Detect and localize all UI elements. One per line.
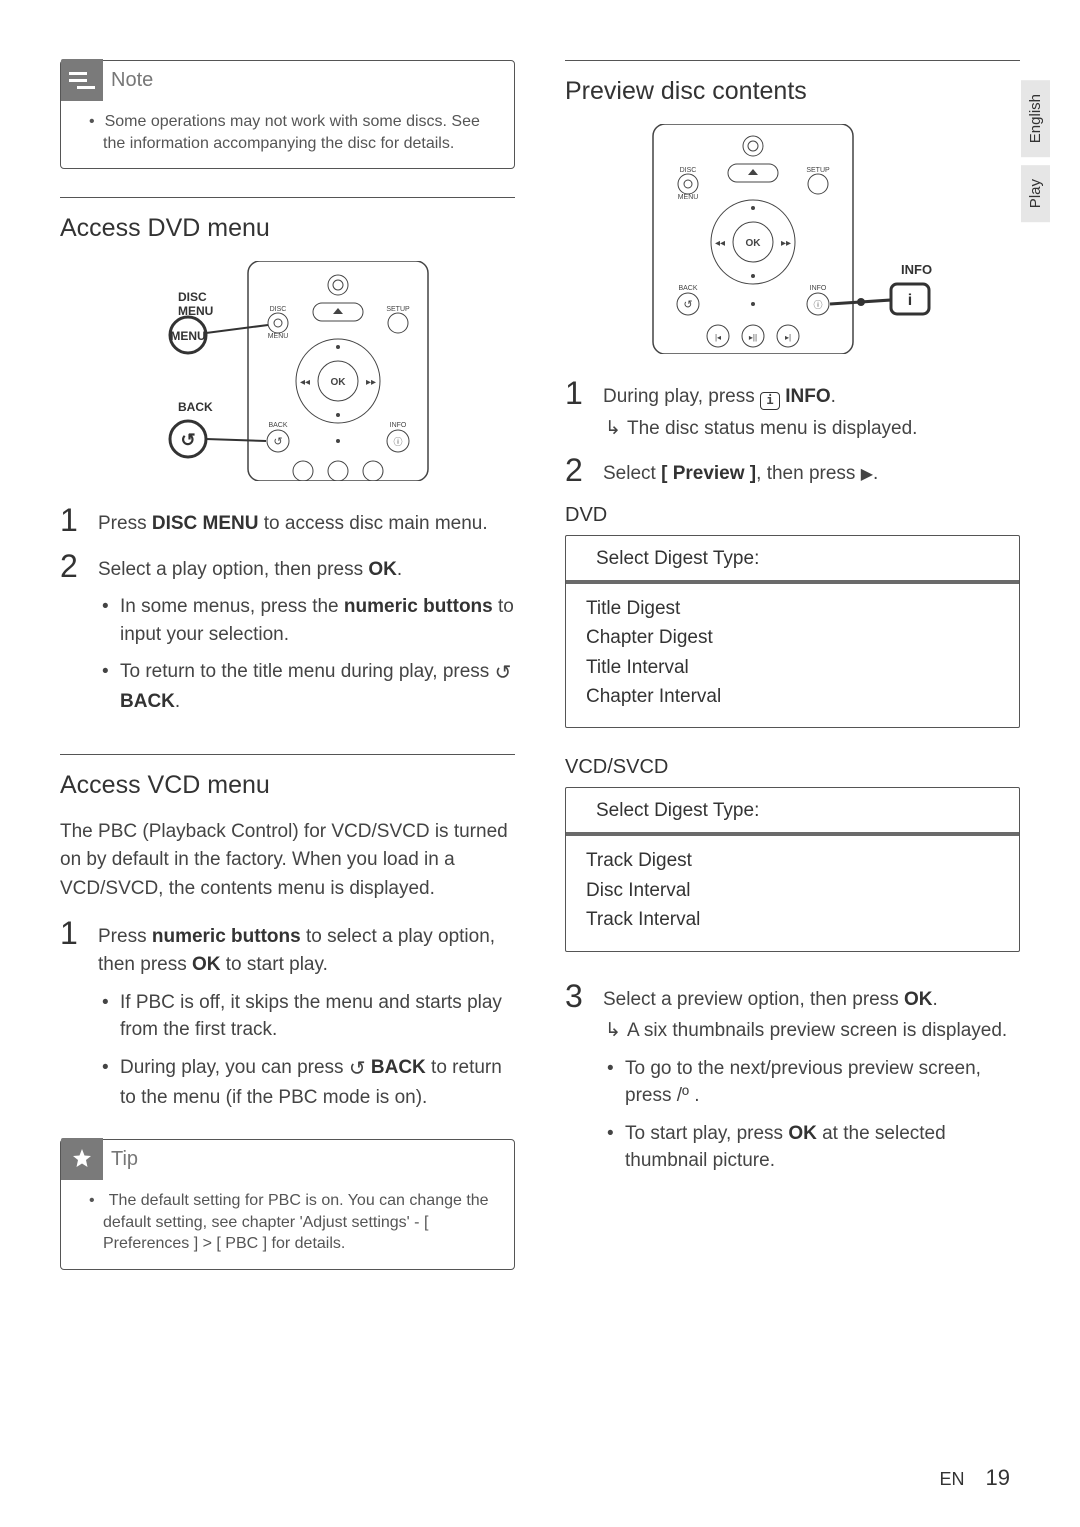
vcd-subheading: VCD/SVCD [565,756,1020,779]
svg-text:SETUP: SETUP [806,167,830,174]
svg-text:BACK: BACK [678,285,697,292]
svg-text:INFO: INFO [809,285,826,292]
digest-item: Disc Interval [586,876,999,905]
vcd-step-1: 1 Press numeric buttons to select a play… [60,917,515,1121]
tip-icon [61,1138,103,1180]
tip-box: Tip The default setting for PBC is on. Y… [60,1139,515,1270]
dvd-digest-head: Select Digest Type: [566,536,1019,584]
svg-text:MENU: MENU [178,304,213,318]
remote-diagram-info: DISC MENU SETUP OK ◂◂ ▸▸ ↺ BACK ⓘ INFO |◂… [565,124,1020,359]
section-rule [60,754,515,755]
svg-text:▸|: ▸| [784,333,790,342]
footer-lang: EN [939,1469,964,1489]
svg-text:↺: ↺ [683,299,692,311]
svg-text:|◂: |◂ [714,333,720,342]
note-title: Note [111,69,153,92]
vcd-step1-bullet1: If PBC is off, it skips the menu and sta… [98,989,515,1044]
preview-step-2: 2 Select [ Preview ], then press ▶. [565,454,1020,488]
back-arrow-icon: ↺ [349,1055,366,1084]
preview-step3-result: A six thumbnails preview screen is displ… [603,1017,1020,1045]
svg-text:SETUP: SETUP [386,306,410,313]
digest-item: Chapter Digest [586,623,999,652]
vcd-digest-head: Select Digest Type: [566,788,1019,836]
svg-text:INFO: INFO [389,422,406,429]
svg-text:▸▸: ▸▸ [781,238,791,249]
vcd-digest-box: Select Digest Type: Track Digest Disc In… [565,787,1020,951]
preview-step-3: 3 Select a preview option, then press OK… [565,980,1020,1185]
svg-text:MENU: MENU [677,194,698,201]
section-rule [565,60,1020,61]
dvd-step2-bullet1: In some menus, press the numeric buttons… [98,593,515,648]
tip-title: Tip [111,1148,138,1171]
note-text: Some operations may not work with some d… [89,111,498,154]
side-tab-section: Play [1021,165,1050,222]
note-box: Note Some operations may not work with s… [60,60,515,169]
preview-step3-bullet1: To go to the next/previous preview scree… [603,1055,1020,1110]
svg-text:↺: ↺ [273,436,282,448]
svg-text:DISC: DISC [679,167,696,174]
svg-text:DISC: DISC [178,290,207,304]
digest-item: Title Interval [586,653,999,682]
svg-text:INFO: INFO [901,262,932,277]
section-title-preview: Preview disc contents [565,77,1020,106]
remote-diagram-dvd: DISC MENU SETUP OK ◂◂ ▸▸ ↺ BACK ⓘ INFO DI… [60,261,515,486]
dvd-digest-box: Select Digest Type: Title Digest Chapter… [565,535,1020,729]
svg-text:▸||: ▸|| [748,333,756,342]
digest-item: Track Interval [586,905,999,934]
preview-step1-result: The disc status menu is displayed. [603,415,917,443]
dvd-step-1: 1 Press DISC MENU to access disc main me… [60,504,515,538]
page-footer: EN 19 [939,1465,1010,1491]
vcd-intro: The PBC (Playback Control) for VCD/SVCD … [60,818,515,904]
side-tab-language: English [1021,80,1050,157]
svg-text:◂◂: ◂◂ [715,238,725,249]
note-icon [61,59,103,101]
svg-text:BACK: BACK [178,400,213,414]
dvd-step-2: 2 Select a play option, then press OK. I… [60,550,515,726]
digest-item: Chapter Interval [586,682,999,711]
dvd-subheading: DVD [565,504,1020,527]
svg-text:BACK: BACK [268,422,287,429]
digest-item: Track Digest [586,846,999,875]
info-button-icon: i [760,392,780,410]
svg-text:▸▸: ▸▸ [366,377,376,388]
svg-text:◂◂: ◂◂ [300,377,310,388]
back-arrow-icon: ↺ [495,659,512,688]
svg-text:↺: ↺ [180,430,195,450]
svg-text:MENU: MENU [267,333,288,340]
footer-page-number: 19 [986,1465,1010,1490]
preview-step3-bullet2: To start play, press OK at the selected … [603,1120,1020,1175]
vcd-step1-bullet2: During play, you can press ↺ BACK to ret… [98,1054,515,1112]
svg-text:ⓘ: ⓘ [813,300,822,310]
svg-text:MENU: MENU [170,329,205,343]
svg-text:OK: OK [330,377,346,388]
svg-text:ⓘ: ⓘ [393,437,402,447]
svg-text:DISC: DISC [269,306,286,313]
dvd-step2-bullet2: To return to the title menu during play,… [98,658,515,716]
play-triangle-icon: ▶ [861,463,873,486]
section-rule [60,197,515,198]
digest-item: Title Digest [586,594,999,623]
tip-text: The default setting for PBC is on. You c… [89,1190,498,1255]
svg-text:OK: OK [745,238,761,249]
section-title-access-dvd: Access DVD menu [60,214,515,243]
svg-text:i: i [907,292,911,309]
section-title-access-vcd: Access VCD menu [60,771,515,800]
preview-step-1: 1 During play, press i INFO. The disc st… [565,377,1020,442]
